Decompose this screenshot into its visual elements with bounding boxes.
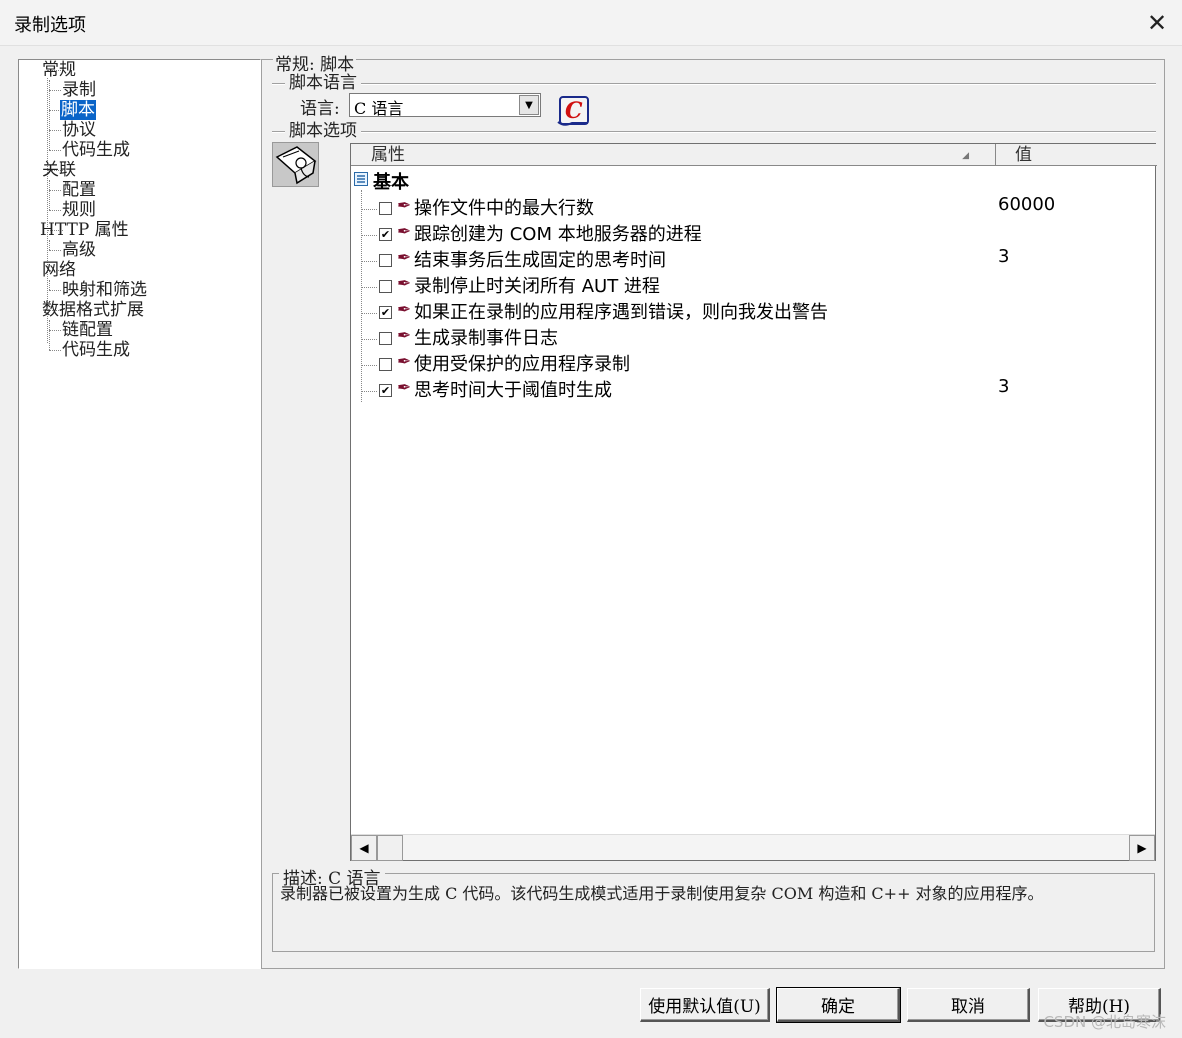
tree-item-advanced[interactable]: 高级: [62, 240, 96, 260]
tree-item-rules[interactable]: 规则: [62, 200, 96, 220]
property-checkbox[interactable]: [379, 358, 392, 371]
tree-item-code-generation[interactable]: 代码生成: [62, 140, 130, 160]
title-bar: 录制选项 ✕: [0, 0, 1182, 46]
tree-item-code-generation-2[interactable]: 代码生成: [62, 340, 130, 360]
scroll-right-button[interactable]: ▶: [1129, 835, 1155, 861]
table-row[interactable]: ✒ 使用受保护的应用程序录制: [351, 348, 1155, 375]
watermark: CSDN @北岛寒沫: [1043, 1013, 1166, 1031]
tree-item-recording[interactable]: 录制: [62, 80, 96, 100]
scroll-left-button[interactable]: ◀: [351, 835, 377, 861]
tree-item-correlation[interactable]: 关联: [42, 160, 76, 180]
tree-item-general[interactable]: 常规: [42, 60, 76, 80]
property-checkbox[interactable]: [379, 280, 392, 293]
language-select[interactable]: C 语言 ▼: [349, 93, 541, 118]
script-language-group-label: 脚本语言: [285, 74, 361, 92]
property-name: 如果正在录制的应用程序遇到错误，则向我发出警告: [414, 302, 828, 323]
tree-item-network[interactable]: 网络: [42, 260, 76, 280]
property-name: 跟踪创建为 COM 本地服务器的进程: [414, 224, 702, 245]
table-row[interactable]: ✔ ✒ 思考时间大于阈值时生成 3: [351, 374, 1155, 401]
pen-icon: ✒: [397, 378, 412, 398]
table-row[interactable]: ✔ ✒ 跟踪创建为 COM 本地服务器的进程: [351, 218, 1155, 245]
property-checkbox[interactable]: ✔: [379, 228, 392, 241]
property-name: 思考时间大于阈值时生成: [414, 380, 612, 401]
property-value[interactable]: 3: [998, 246, 1009, 267]
property-grid: 属性 ◢ 值 基本 ✒ 操作文件中的最大行数 60000 ✔ ✒ 跟踪创建为 COM 本地…: [350, 143, 1157, 861]
pen-icon: ✒: [397, 352, 412, 372]
pen-icon: ✒: [397, 326, 412, 346]
sort-icon: ◢: [962, 151, 969, 161]
pen-icon: ✒: [397, 274, 412, 294]
category-collapse-icon[interactable]: [354, 171, 368, 186]
ok-button[interactable]: 确定: [776, 987, 901, 1023]
tree-item-script[interactable]: 脚本: [60, 100, 96, 120]
pen-icon: ✒: [397, 300, 412, 320]
property-checkbox[interactable]: [379, 332, 392, 345]
section-title: 常规: 脚本: [273, 50, 357, 75]
property-checkbox[interactable]: ✔: [379, 384, 392, 397]
column-header-value[interactable]: 值: [997, 144, 1155, 166]
property-value[interactable]: 60000: [998, 194, 1055, 215]
pen-icon: ✒: [397, 248, 412, 268]
tree-item-http-properties[interactable]: HTTP 属性: [40, 220, 129, 240]
property-checkbox[interactable]: [379, 202, 392, 215]
property-name: 录制停止时关闭所有 AUT 进程: [414, 276, 660, 297]
language-label: 语言:: [300, 99, 340, 119]
table-row[interactable]: ✒ 录制停止时关闭所有 AUT 进程: [351, 270, 1155, 297]
script-options-icon: [272, 142, 319, 187]
options-tree: 常规 录制 脚本 协议 代码生成 关联 配置 规则 HTTP 属性 高级 网络 …: [18, 59, 261, 969]
table-row[interactable]: ✒ 结束事务后生成固定的思考时间 3: [351, 244, 1155, 271]
pen-icon: ✒: [397, 222, 412, 242]
property-checkbox[interactable]: ✔: [379, 306, 392, 319]
use-default-button[interactable]: 使用默认值(U): [640, 988, 770, 1022]
c-language-script-icon: C: [556, 94, 592, 128]
property-name: 结束事务后生成固定的思考时间: [414, 250, 666, 271]
property-name: 操作文件中的最大行数: [414, 198, 594, 219]
table-row[interactable]: ✔ ✒ 如果正在录制的应用程序遇到错误，则向我发出警告: [351, 296, 1155, 323]
pen-icon: ✒: [397, 196, 412, 216]
tree-item-data-format-extension[interactable]: 数据格式扩展: [42, 300, 144, 320]
chevron-down-icon[interactable]: ▼: [519, 95, 539, 115]
property-name: 使用受保护的应用程序录制: [414, 354, 630, 375]
column-header-property[interactable]: 属性 ◢: [351, 144, 996, 166]
category-basic: 基本: [373, 172, 409, 193]
cancel-button[interactable]: 取消: [907, 988, 1030, 1022]
language-value: C 语言: [354, 99, 404, 118]
svg-text:C: C: [565, 98, 583, 124]
property-checkbox[interactable]: [379, 254, 392, 267]
tree-item-chain-configuration[interactable]: 链配置: [62, 320, 113, 340]
property-name: 生成录制事件日志: [414, 328, 558, 349]
close-button[interactable]: ✕: [1132, 0, 1182, 46]
grid-header: 属性 ◢ 值: [351, 144, 1157, 166]
scroll-thumb[interactable]: [377, 835, 403, 861]
script-options-group-label: 脚本选项: [285, 122, 361, 140]
table-row[interactable]: ✒ 操作文件中的最大行数 60000: [351, 192, 1155, 219]
table-row[interactable]: ✒ 生成录制事件日志: [351, 322, 1155, 349]
property-value[interactable]: 3: [998, 376, 1009, 397]
horizontal-scrollbar[interactable]: ◀ ▶: [351, 834, 1155, 861]
tree-item-configuration[interactable]: 配置: [62, 180, 96, 200]
description-text: 录制器已被设置为生成 C 代码。该代码生成模式适用于录制使用复杂 COM 构造和…: [280, 884, 1044, 903]
tree-item-mapping-filtering[interactable]: 映射和筛选: [62, 280, 147, 300]
window-title: 录制选项: [14, 15, 86, 36]
tree-item-protocol[interactable]: 协议: [62, 120, 96, 140]
